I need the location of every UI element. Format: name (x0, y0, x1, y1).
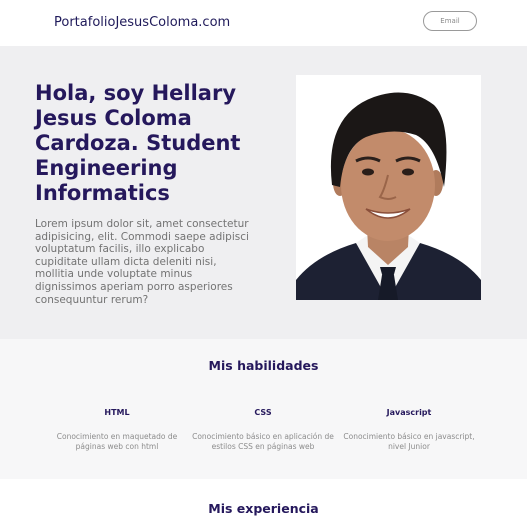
skill-name: Javascript (386, 408, 432, 417)
email-button[interactable]: Email (423, 11, 477, 31)
site-header: PortafolioJesusColoma.com Email (0, 0, 527, 46)
hero-section: Hola, soy Hellary Jesus Coloma Cardoza. … (0, 46, 527, 339)
skill-html: HTML Conocimiento en maquetado de página… (42, 408, 192, 452)
skill-name: HTML (104, 408, 130, 417)
brand-link[interactable]: PortafolioJesusColoma.com (54, 15, 230, 30)
skill-name: CSS (254, 408, 272, 417)
hero-description: Lorem ipsum dolor sit, amet consectetur … (35, 218, 249, 306)
skill-description: Conocimiento básico en aplicación de est… (192, 432, 334, 451)
skill-description: Conocimiento en maquetado de páginas web… (56, 432, 178, 451)
skill-css: CSS Conocimiento básico en aplicación de… (188, 408, 338, 452)
skills-section: Mis habilidades HTML Conocimiento en maq… (0, 339, 527, 479)
skills-title: Mis habilidades (208, 358, 319, 373)
experience-section: Mis experiencia (0, 479, 527, 530)
hero-title: Hola, soy Hellary Jesus Coloma Cardoza. … (35, 81, 241, 205)
skill-description: Conocimiento básico en javascript, nivel… (343, 432, 475, 451)
experience-title: Mis experiencia (208, 501, 319, 516)
skill-javascript: Javascript Conocimiento básico en javasc… (334, 408, 484, 452)
profile-photo (296, 75, 481, 300)
